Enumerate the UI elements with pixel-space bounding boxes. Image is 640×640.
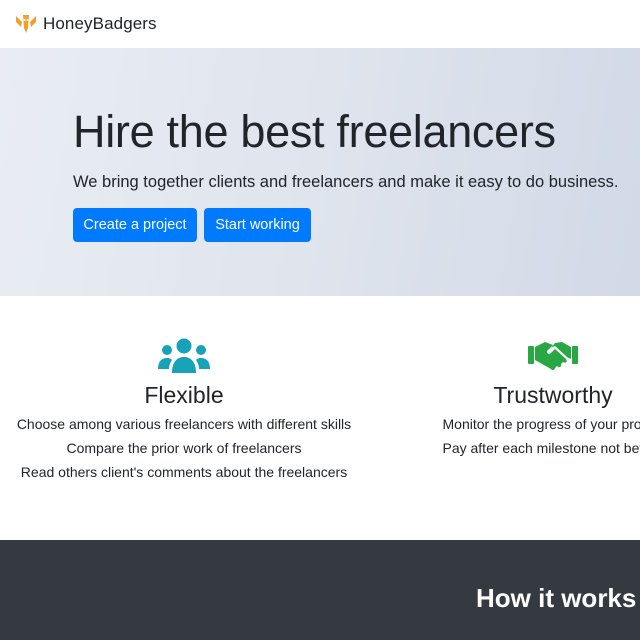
how-it-works-section: How it works (0, 540, 640, 640)
feature-line: Pay after each milestone not before (442, 440, 640, 456)
feature-line: Monitor the progress of your project (442, 416, 640, 432)
feature-title: Trustworthy (493, 382, 613, 408)
brand-link[interactable]: HoneyBadgers (13, 13, 157, 35)
feature-line: Choose among various freelancers with di… (16, 416, 352, 432)
navbar: HoneyBadgers (0, 0, 640, 48)
brand-name: HoneyBadgers (43, 14, 157, 33)
feature-trustworthy: Trustworthy Monitor the progress of your… (343, 336, 640, 460)
hero-title: Hire the best freelancers (73, 106, 556, 157)
how-it-works-title: How it works (476, 583, 637, 613)
feature-description: Choose among various freelancers with di… (0, 412, 394, 484)
hero-section: Hire the best freelancers We bring toget… (0, 48, 640, 296)
feature-description: Monitor the progress of your project Pay… (343, 412, 640, 460)
feature-flexible: Flexible Choose among various freelancer… (0, 336, 394, 484)
honey-badger-logo-icon (16, 15, 36, 33)
hero-lead: We bring together clients and freelancer… (73, 173, 619, 191)
create-project-button[interactable]: Create a project (73, 208, 197, 242)
users-group-icon (158, 338, 210, 373)
feature-title: Flexible (144, 382, 224, 408)
start-working-button[interactable]: Start working (204, 208, 311, 242)
feature-line: Read others client's comments about the … (20, 464, 348, 480)
handshake-icon (528, 342, 578, 371)
feature-line: Compare the prior work of freelancers (66, 440, 302, 456)
